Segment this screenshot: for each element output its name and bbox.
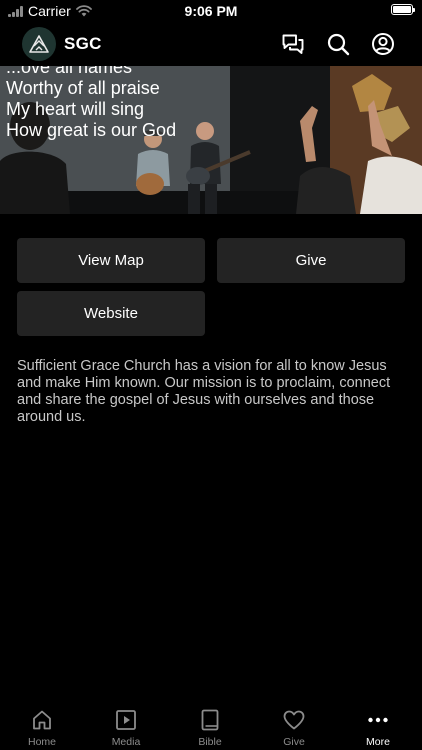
tab-home[interactable]: Home — [0, 700, 84, 750]
search-icon[interactable] — [326, 32, 350, 56]
screen-lyrics: ...ove all names Worthy of all praise My… — [6, 66, 206, 141]
tab-media[interactable]: Media — [84, 700, 168, 750]
lyric-line: My heart will sing — [6, 99, 145, 119]
tab-more[interactable]: More — [336, 700, 420, 750]
status-bar: Carrier 9:06 PM — [0, 0, 422, 22]
app-title: SGC — [64, 34, 102, 53]
play-icon — [116, 710, 136, 730]
chat-icon[interactable] — [281, 32, 305, 56]
tab-bar: Home Media Bible Give More — [0, 700, 422, 750]
tab-label: Bible — [198, 736, 222, 748]
lyric-line: How great is our God — [6, 120, 177, 140]
profile-icon[interactable] — [371, 32, 395, 56]
logo-icon[interactable] — [22, 27, 56, 61]
view-map-button[interactable]: View Map — [17, 238, 205, 283]
give-button[interactable]: Give — [217, 238, 405, 283]
book-icon — [201, 709, 219, 731]
home-icon — [33, 710, 51, 730]
musician — [205, 184, 217, 214]
website-button[interactable]: Website — [17, 291, 205, 336]
lyric-line: ...ove all names — [6, 66, 133, 77]
tab-label: Media — [111, 736, 141, 748]
guitar — [136, 173, 164, 195]
worshipper — [360, 156, 422, 214]
heart-icon — [283, 710, 305, 730]
tab-label: Give — [283, 736, 305, 748]
guitar — [186, 167, 210, 185]
tab-give[interactable]: Give — [252, 700, 336, 750]
app-header: SGC — [0, 22, 422, 66]
lyric-line: Worthy of all praise — [6, 78, 160, 98]
tab-label: Home — [27, 736, 56, 748]
audience-person — [0, 151, 70, 214]
status-time: 9:06 PM — [184, 3, 238, 19]
hero-image: ...ove all names Worthy of all praise My… — [0, 66, 422, 214]
battery-icon — [391, 4, 415, 15]
tab-label: More — [366, 736, 390, 748]
more-icon — [368, 717, 388, 723]
tab-bible[interactable]: Bible — [168, 700, 252, 750]
church-description: Sufficient Grace Church has a vision for… — [17, 358, 391, 425]
musician — [188, 184, 200, 214]
